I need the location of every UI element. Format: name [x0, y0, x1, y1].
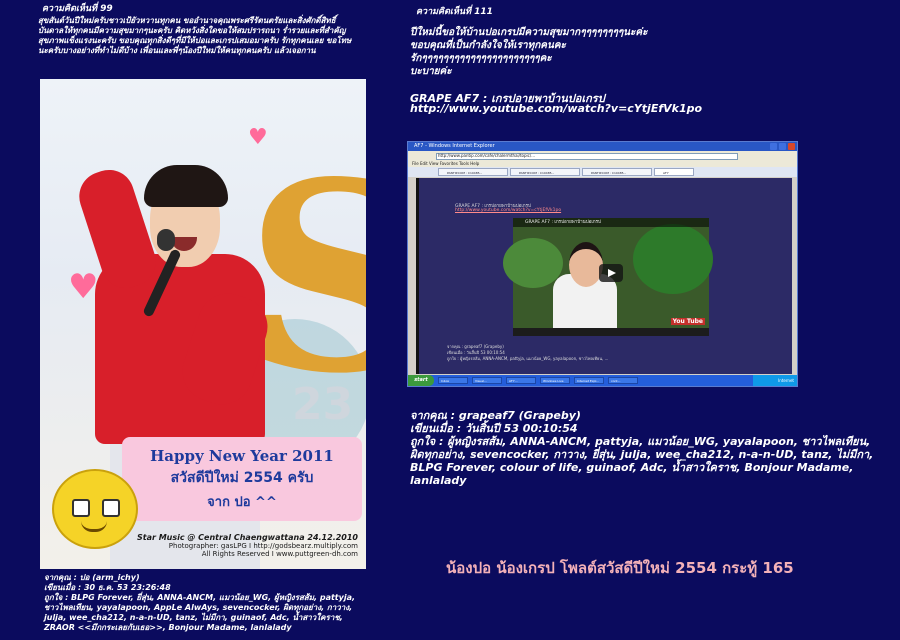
left-comment-message: สุขสันต์วันปีใหม่ครับชาวเป้ยัวหวานทุกคน …: [38, 16, 352, 55]
meta-line: ชาวไพลเทียน, yayalapoon, AppLe AlwAys, s…: [44, 603, 353, 612]
start-button: start: [408, 375, 434, 386]
left-comment-meta: จากคุณ : ปอ (arm_ichy) เขียนเมื่อ : 30 ธ…: [44, 573, 364, 633]
page-post-url: http://www.youtube.com/watch?v=cYtjEfVk1…: [455, 208, 562, 213]
message-line: บะบายค่ะ: [410, 66, 452, 77]
taskbar-item: cont...: [608, 377, 638, 384]
browser-screenshot: AF7 - Windows Internet Explorer http://w…: [407, 141, 798, 387]
taskbar-item: Inbox: [438, 377, 468, 384]
video-player: GRAPE AF7 : เกรปอายพาบ้านปอเกรป You Tube: [503, 218, 713, 336]
meta-line: ZRAOR <<มึกกระเลยกับเธอ>>, Bonjour Madam…: [44, 623, 292, 632]
browser-tab: PANTIP.COM : C10485...: [582, 168, 652, 176]
message-line: ปีใหม่นี้ขอให้บ้านปอเกรปมีความสุขมากๆๆๆๆ…: [410, 27, 648, 38]
taskbar-item: Visual...: [472, 377, 502, 384]
smiley-icon: [52, 469, 138, 549]
play-icon[interactable]: [599, 264, 623, 282]
menu-bar: File Edit View Favorites Tools Help: [408, 160, 797, 167]
background-number: 23: [292, 379, 354, 430]
video-link-url[interactable]: http://www.youtube.com/watch?v=cYtjEfVk1…: [410, 102, 702, 115]
browser-tab-active: AF7: [654, 168, 694, 176]
meta-line: julja, wee_cha212, n-a-n-UD, tanz, ไม่มี…: [44, 613, 343, 622]
singer-hair: [144, 165, 228, 207]
meta-line: จากคุณ : grapeaf7 (Grapeby): [410, 409, 581, 422]
window-titlebar: AF7 - Windows Internet Explorer: [408, 142, 797, 151]
heart-icon: ♥: [248, 125, 268, 150]
address-bar: http://www.pantip.com/cafe/chalermthai/t…: [408, 151, 797, 160]
meta-line: จากคุณ : ปอ (arm_ichy): [44, 573, 140, 582]
background-foliage: [503, 238, 563, 288]
meta-line: เขียนเมื่อ : วันสิ้นปี 53 00:10:54: [410, 422, 578, 435]
minimize-icon: [770, 143, 777, 150]
credit-event: Star Music @ Central Chaengwattana 24.12…: [136, 533, 358, 542]
greeting-english: Happy New Year 2011: [150, 447, 334, 465]
credit-photographer: Photographer: gasLPG I http://godsbearz.…: [168, 542, 358, 550]
meta-line: BLPG Forever, colour of life, guinaof, A…: [410, 461, 854, 487]
taskbar-item: AF7...: [506, 377, 536, 384]
right-comment-meta: จากคุณ : grapeaf7 (Grapeby) เขียนเมื่อ :…: [410, 409, 890, 487]
credit-rights: All Rights Reserved I www.puttgreen-dh.c…: [201, 550, 358, 558]
video-title: GRAPE AF7 : เกรปอายพาบ้านปอเกรป: [513, 218, 709, 227]
message-line: รักๆๆๆๆๆๆๆๆๆๆๆๆๆๆๆๆๆๆๆๆๆๆคะ: [410, 53, 552, 64]
heart-icon: ♥: [68, 267, 99, 307]
background-foliage: [633, 224, 713, 294]
meta-line: ถูกใจ : ผู้หญิงรสส้ม, ANNA-ANCM, pattyja…: [410, 435, 871, 448]
meta-line: เขียนเมื่อ : 30 ธ.ค. 53 23:26:48: [44, 583, 171, 592]
greeting-thai: สวัสดีปีใหม่ 2554 ครับ: [170, 470, 314, 486]
right-comment-message: ปีใหม่นี้ขอให้บ้านปอเกรปมีความสุขมากๆๆๆๆ…: [410, 26, 740, 78]
browser-tab: PANTIP.COM : C10485...: [510, 168, 580, 176]
browser-tab: PANTIP.COM : C10485...: [438, 168, 508, 176]
page-content: GRAPE AF7 : เกรปอายพาบ้านปอเกรป http://w…: [416, 178, 792, 374]
smiley-eye: [102, 499, 120, 517]
smiley-eye: [72, 499, 90, 517]
video-controls[interactable]: [513, 328, 709, 336]
taskbar-item: Windows Live Mes...: [540, 377, 570, 384]
taskbar: start Inbox Visual... AF7... Windows Liv…: [408, 375, 797, 386]
smiley-mouth: [81, 521, 107, 532]
thread-footer-caption: น้องปอ น้องเกรป โพลต์สวัสดีปีใหม่ 2554 ก…: [446, 559, 794, 577]
meta-line: ผิดทุกอย่าง, sevencocker, กาวาง, ยี่สุ่น…: [410, 448, 874, 461]
photo-credit: Star Music @ Central Chaengwattana 24.12…: [136, 533, 358, 559]
window-title: AF7 - Windows Internet Explorer: [414, 143, 495, 149]
video-person-head: [569, 242, 603, 287]
microphone-head: [157, 229, 175, 251]
new-year-photo: S 23 ♥ ♥ Happy New Year 2011 สวัสดีปีใหม…: [40, 79, 366, 569]
page-post-meta: จากคุณ : grapeaf7 (Grapeby) เขียนเมื่อ :…: [447, 344, 777, 362]
taskbar-item: Internet Expl...: [574, 377, 604, 384]
meta-line: ถูกใจ : ผู้หญิงรสส้ม, ANNA-ANCM, pattyja…: [447, 356, 609, 361]
greeting-box: Happy New Year 2011 สวัสดีปีใหม่ 2554 คร…: [122, 437, 362, 521]
right-comment-heading: ความคิดเห็นที่ 111: [416, 7, 493, 17]
tab-strip: PANTIP.COM : C10485... PANTIP.COM : C104…: [408, 167, 797, 177]
message-line: ขอบคุณที่เป็นกำลังใจให้เราทุกคนคะ: [410, 40, 566, 51]
youtube-logo: You Tube: [670, 318, 705, 325]
system-tray: Internet: [753, 375, 797, 386]
left-comment-heading: ความคิดเห็นที่ 99: [42, 4, 113, 14]
address-text: http://www.pantip.com/cafe/chalermthai/t…: [438, 153, 536, 158]
window-close-icon: [788, 143, 795, 150]
greeting-from: จาก ปอ ^^: [207, 495, 277, 510]
meta-line: ถูกใจ : BLPG Forever, ยี่สุ่น, ANNA-ANCM…: [44, 593, 356, 602]
maximize-icon: [779, 143, 786, 150]
